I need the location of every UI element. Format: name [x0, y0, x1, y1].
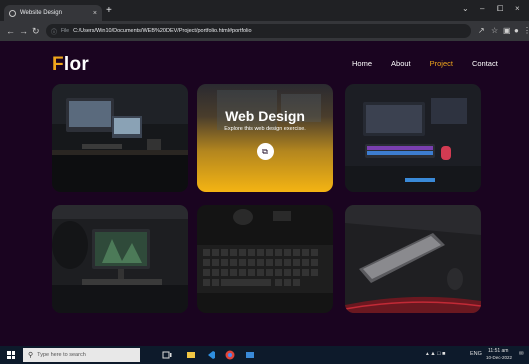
search-placeholder: Type here to search: [37, 352, 86, 358]
logo-rest: lor: [63, 54, 90, 75]
clock-date[interactable]: 10-Dec-2022: [486, 355, 512, 360]
red-keyboard-photo: [345, 205, 481, 313]
url-scheme-label: File: [61, 28, 70, 34]
browser-tab[interactable]: Website Design ×: [4, 5, 102, 21]
windows-taskbar: ⚲ Type here to search ▴ ▲ □ ■ ENG 11:51 …: [0, 346, 529, 364]
menu-icon[interactable]: ⋮: [523, 26, 529, 36]
photos-icon[interactable]: [245, 350, 255, 360]
minimize-button[interactable]: –: [480, 4, 484, 13]
external-link-icon[interactable]: ⧉: [256, 143, 274, 160]
project-card-desk[interactable]: [52, 84, 188, 192]
tab-close-icon[interactable]: ×: [93, 10, 97, 17]
file-explorer-icon[interactable]: [186, 350, 196, 360]
share-icon[interactable]: ↗: [478, 26, 485, 36]
info-icon[interactable]: ⓘ: [51, 27, 57, 36]
logo-first-letter: F: [52, 54, 64, 75]
main-nav: Home About Project Contact: [352, 59, 517, 68]
card-subtitle: Explore this web design exercise.: [224, 126, 306, 132]
project-card-gaming[interactable]: [345, 84, 481, 192]
nav-home[interactable]: Home: [352, 59, 372, 68]
portfolio-page: Flor Home About Project Contact Web Desi…: [0, 41, 529, 346]
project-card-red-desk[interactable]: [345, 205, 481, 313]
sidebar-icon[interactable]: ▣: [503, 26, 511, 36]
gaming-setup-photo: [345, 84, 481, 192]
search-icon: ⚲: [28, 352, 34, 359]
project-card-web-design[interactable]: Web Design Explore this web design exerc…: [197, 84, 333, 192]
vscode-icon[interactable]: [206, 350, 216, 360]
tab-title: Website Design: [20, 10, 62, 16]
nav-contact[interactable]: Contact: [472, 59, 498, 68]
clock-time[interactable]: 11:51 am: [488, 348, 508, 354]
card-overlay: Web Design Explore this web design exerc…: [197, 84, 333, 192]
reload-icon[interactable]: ↻: [32, 25, 40, 37]
maximize-button[interactable]: ⧠: [497, 4, 503, 14]
profile-icon[interactable]: ●: [514, 26, 519, 36]
tray-icons[interactable]: ▴ ▲ □ ■: [426, 351, 445, 357]
project-card-monitor[interactable]: [52, 205, 188, 313]
url-field[interactable]: ⓘ File C:/Users/Win10/Documents/WEB%20DE…: [46, 24, 471, 38]
address-toolbar: ← → ↻ ⓘ File C:/Users/Win10/Documents/WE…: [0, 21, 529, 41]
url-text[interactable]: C:/Users/Win10/Documents/WEB%20DEV/Proje…: [73, 28, 252, 34]
new-tab-button[interactable]: +: [106, 6, 112, 16]
close-window-button[interactable]: ×: [515, 4, 520, 13]
language-indicator[interactable]: ENG: [470, 351, 482, 357]
site-logo[interactable]: Flor: [52, 54, 89, 76]
notification-icon[interactable]: ✉: [519, 351, 524, 357]
browser-tab-bar: Website Design × + ⌄ – ⧠ ×: [0, 0, 529, 21]
mechanical-keyboard-photo: [197, 205, 333, 313]
back-arrow-icon[interactable]: ←: [6, 25, 15, 37]
windows-start-icon[interactable]: [7, 351, 15, 359]
desk-monitors-photo: [52, 84, 188, 192]
chrome-icon[interactable]: [225, 350, 235, 360]
tab-search-icon[interactable]: ⌄: [462, 4, 469, 13]
nav-about[interactable]: About: [391, 59, 411, 68]
project-card-keyboard[interactable]: [197, 205, 333, 313]
card-title: Web Design: [225, 108, 305, 124]
globe-icon: [9, 9, 16, 17]
task-view-icon[interactable]: [162, 350, 172, 360]
taskbar-search[interactable]: ⚲ Type here to search: [23, 348, 140, 362]
bookmark-star-icon[interactable]: ☆: [491, 26, 498, 36]
monitor-plant-photo: [52, 205, 188, 313]
nav-project[interactable]: Project: [430, 59, 453, 68]
forward-arrow-icon[interactable]: →: [19, 25, 28, 37]
